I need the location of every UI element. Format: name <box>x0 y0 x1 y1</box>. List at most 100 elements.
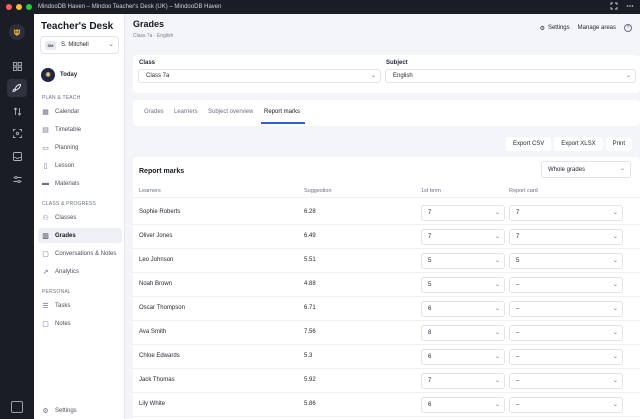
checklist-icon: ☰ <box>42 302 49 310</box>
sidebar-item-calendar[interactable]: ▦ Calendar <box>38 104 122 119</box>
chevron-down-icon: ⌄ <box>619 166 625 172</box>
gear-icon: ⚙ <box>539 25 545 32</box>
report-card-select[interactable]: – ⌄ <box>509 349 623 365</box>
sidebar-item-analytics[interactable]: ↗ Analytics <box>38 264 122 279</box>
inbox-icon[interactable] <box>7 147 27 165</box>
sidebar-item-classes[interactable]: ⚇ Classes <box>38 210 122 225</box>
first-term-select[interactable]: 7 ⌄ <box>421 229 505 245</box>
table-row: Oscar Thompson 6.71 6 ⌄ – ⌄ <box>133 297 640 321</box>
settings-button[interactable]: ⚙ Settings <box>540 25 570 32</box>
expand-icon[interactable] <box>610 2 618 12</box>
sidebar-item-planning[interactable]: ▭ Planning <box>38 140 122 155</box>
report-card-select[interactable]: – ⌄ <box>509 277 623 293</box>
subject-label: Subject <box>386 60 408 66</box>
sidebar-item-settings[interactable]: ⚙ Settings <box>38 403 122 418</box>
tab-learners[interactable]: Learners <box>174 109 198 115</box>
export-csv-button[interactable]: Export CSV <box>505 137 552 151</box>
section-label-class: CLASS & PROGRESS <box>42 201 97 207</box>
user-name: S. Mitchell <box>61 42 89 48</box>
first-term-select[interactable]: 8 ⌄ <box>421 325 505 341</box>
grade-scope-select[interactable]: Whole grades ⌄ <box>541 161 631 178</box>
window-title: MindooDB Haven – Mindoo Teacher's Desk (… <box>38 4 222 10</box>
zoom-window-button[interactable] <box>26 4 32 10</box>
dashboard-icon[interactable] <box>7 57 27 75</box>
sidebar-item-today[interactable]: ✺ Today <box>41 68 77 82</box>
suggestion-value: 4.88 <box>304 281 316 287</box>
chevron-down-icon: ⌄ <box>612 378 618 384</box>
report-card-select[interactable]: 5 ⌄ <box>509 253 623 269</box>
suggestion-value: 5.92 <box>304 377 316 383</box>
tab-grades[interactable]: Grades <box>144 109 164 115</box>
subject-select[interactable]: English ⌄ <box>385 69 636 83</box>
first-term-select[interactable]: 7 ⌄ <box>421 373 505 389</box>
minimize-window-button[interactable] <box>16 4 22 10</box>
chevron-down-icon: ⌄ <box>612 210 618 216</box>
help-icon[interactable]: ? <box>624 24 632 32</box>
sliders-icon[interactable] <box>7 170 27 188</box>
sidebar-item-materials[interactable]: ▬ Materials <box>38 176 122 191</box>
suggestion-value: 6.71 <box>304 305 316 311</box>
sidebar-item-lesson[interactable]: ▯ Lesson <box>38 158 122 173</box>
sidebar-item-timetable[interactable]: ▤ Timetable <box>38 122 122 137</box>
avatar: SM <box>45 40 56 50</box>
close-window-button[interactable] <box>6 4 12 10</box>
sidebar-item-conversations[interactable]: ▢ Conversations & Notes <box>38 246 122 261</box>
first-term-select[interactable]: 5 ⌄ <box>421 253 505 269</box>
report-card-select[interactable]: – ⌄ <box>509 301 623 317</box>
chevron-down-icon: ⌄ <box>612 282 618 288</box>
swap-icon[interactable] <box>7 102 27 120</box>
first-term-select[interactable]: 5 ⌄ <box>421 277 505 293</box>
book-open-icon: ▯ <box>43 162 48 170</box>
app-brand: Teacher's Desk <box>41 21 114 32</box>
learner-name: Noah Brown <box>139 281 173 287</box>
tab-subject-overview[interactable]: Subject overview <box>208 109 253 115</box>
main-content: Grades Class 7a · English ⚙ Settings Man… <box>125 14 640 419</box>
sidebar-item-tasks[interactable]: ☰ Tasks <box>38 298 122 313</box>
page-subtitle: Class 7a · English <box>133 33 174 39</box>
first-term-select[interactable]: 6 ⌄ <box>421 301 505 317</box>
learner-name: Jack Thomas <box>139 377 175 383</box>
class-select[interactable]: Class 7a ⌄ <box>138 69 381 83</box>
grid-icon: ▤ <box>42 126 49 134</box>
report-card-select[interactable]: – ⌄ <box>509 373 623 389</box>
window-titlebar: MindooDB Haven – Mindoo Teacher's Desk (… <box>0 0 640 14</box>
export-xlsx-button[interactable]: Export XLSX <box>554 137 603 151</box>
chevron-down-icon: ⌄ <box>612 306 618 312</box>
suggestion-value: 6.49 <box>304 233 316 239</box>
learner-name: Leo Johnson <box>139 257 174 263</box>
first-term-select[interactable]: 6 ⌄ <box>421 397 505 413</box>
column-header-learners: Learners <box>139 188 161 194</box>
panel-icon[interactable] <box>11 401 23 413</box>
trend-icon: ↗ <box>42 268 49 276</box>
report-marks-card: Report marks Whole grades ⌄ Learners Sug… <box>133 157 640 419</box>
chevron-down-icon: ⌄ <box>612 354 618 360</box>
suggestion-value: 6.28 <box>304 209 316 215</box>
table-row: Lily White 5.86 6 ⌄ – ⌄ <box>133 393 640 417</box>
learner-name: Sophie Roberts <box>139 209 181 215</box>
first-term-select[interactable]: 7 ⌄ <box>421 205 505 221</box>
owl-logo-icon[interactable] <box>9 24 25 40</box>
scan-icon[interactable] <box>7 124 27 142</box>
more-icon[interactable] <box>626 2 634 12</box>
gear-icon: ⚙ <box>42 407 49 415</box>
tab-report-marks[interactable]: Report marks <box>264 109 300 115</box>
icon-rail <box>0 14 34 419</box>
report-card-select[interactable]: – ⌄ <box>509 325 623 341</box>
table-row: Oliver Jones 6.49 7 ⌄ 7 ⌄ <box>133 225 640 249</box>
table-row: Noah Brown 4.88 5 ⌄ – ⌄ <box>133 273 640 297</box>
chat-icon: ▢ <box>42 250 49 258</box>
report-card-select[interactable]: – ⌄ <box>509 397 623 413</box>
rocket-icon[interactable] <box>7 79 27 97</box>
user-switcher[interactable]: SM S. Mitchell ⌄ <box>40 36 119 54</box>
sidebar-item-grades[interactable]: ▥ Grades <box>38 228 122 243</box>
first-term-select[interactable]: 6 ⌄ <box>421 349 505 365</box>
report-card-select[interactable]: 7 ⌄ <box>509 229 623 245</box>
manage-areas-button[interactable]: Manage areas <box>578 25 616 31</box>
report-card-select[interactable]: 7 ⌄ <box>509 205 623 221</box>
chevron-down-icon: ⌄ <box>494 402 500 408</box>
print-button[interactable]: Print <box>605 137 632 151</box>
calendar-icon: ▦ <box>42 108 49 116</box>
sidebar-item-notes[interactable]: ▢ Notes <box>38 316 122 331</box>
suggestion-value: 5.86 <box>304 401 316 407</box>
chevron-down-icon: ⌄ <box>625 73 631 79</box>
